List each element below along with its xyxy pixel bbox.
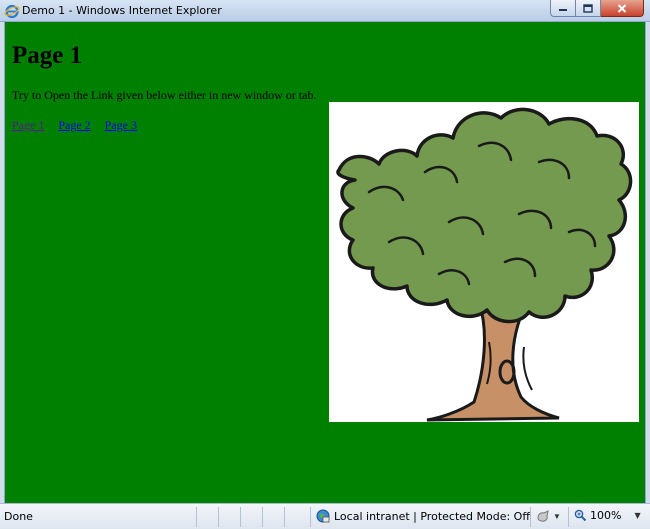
zone-text: Local intranet | Protected Mode: Off: [334, 509, 530, 523]
window-frame-right: [645, 22, 650, 503]
ie-icon[interactable]: [4, 3, 20, 19]
status-divider: [262, 507, 263, 527]
page-heading: Page 1: [12, 42, 83, 69]
status-divider: [568, 507, 569, 527]
zoom-level: 100%: [590, 509, 622, 522]
status-bar: Done Local intranet | Protected Mode: Of…: [0, 503, 650, 529]
status-text: Done: [4, 510, 33, 523]
security-zone[interactable]: Local intranet | Protected Mode: Off: [316, 509, 530, 523]
close-button[interactable]: [601, 0, 644, 17]
maximize-icon: [583, 3, 593, 13]
window-title: Demo 1 - Windows Internet Explorer: [22, 4, 222, 17]
window-controls: [550, 0, 644, 17]
minimize-button[interactable]: [550, 0, 576, 17]
link-page-3[interactable]: Page 3: [105, 118, 137, 133]
tree-image: [329, 102, 639, 422]
link-page-1[interactable]: Page 1: [12, 118, 44, 133]
security-status-button[interactable]: ▼: [536, 509, 561, 523]
status-divider: [240, 507, 241, 527]
chevron-down-icon: ▼: [553, 511, 561, 521]
status-divider: [530, 507, 531, 527]
zoom-icon: [574, 509, 587, 522]
title-bar[interactable]: Demo 1 - Windows Internet Explorer: [0, 0, 650, 22]
page-content: Page 1 Try to Open the Link given below …: [5, 22, 645, 503]
status-divider: [218, 507, 219, 527]
maximize-button[interactable]: [576, 0, 601, 17]
security-icon: [537, 510, 549, 522]
status-divider: [196, 507, 197, 527]
minimize-icon: [559, 9, 567, 11]
link-page-2[interactable]: Page 2: [58, 118, 90, 133]
globe-icon: [316, 509, 330, 523]
page-paragraph: Try to Open the Link given below either …: [12, 88, 317, 102]
status-divider: [310, 507, 311, 527]
zoom-control[interactable]: 100% ▼: [574, 509, 641, 522]
status-divider: [284, 507, 285, 527]
close-icon: [617, 3, 627, 13]
chevron-down-icon: ▼: [634, 511, 641, 520]
tree-illustration-icon: [336, 107, 633, 422]
page-links: Page 1 Page 2 Page 3: [12, 118, 137, 133]
